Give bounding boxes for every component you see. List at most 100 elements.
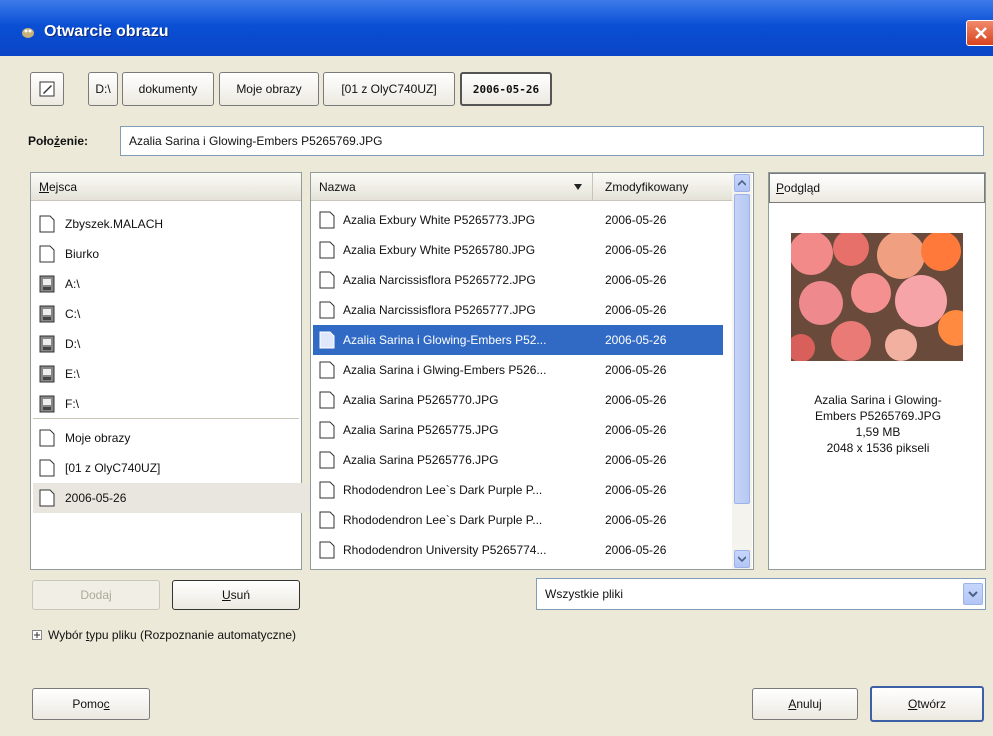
folder-icon: [39, 215, 55, 233]
preview-filename-2: Embers P5265769.JPG: [814, 409, 942, 423]
drive-icon: [39, 305, 55, 323]
file-date: 2006-05-26: [605, 543, 667, 557]
file-name: Rhododendron University P5265774...: [343, 543, 547, 557]
breadcrumb-drive[interactable]: D:\: [88, 72, 118, 106]
file-row[interactable]: Azalia Exbury White P5265773.JPG 2006-05-…: [313, 205, 723, 235]
files-scrollbar[interactable]: [732, 174, 752, 569]
preview-header[interactable]: Podgląd: [769, 173, 985, 203]
location-value: Azalia Sarina i Glowing-Embers P5265769.…: [129, 134, 383, 148]
sidebar-item[interactable]: Biurko: [33, 239, 329, 269]
chevron-down-icon: [738, 556, 746, 562]
file-row[interactable]: Azalia Narcissisflora P5265777.JPG 2006-0…: [313, 295, 723, 325]
file-row[interactable]: Azalia Sarina i Glowing-Embers P52... 200…: [313, 325, 723, 355]
name-column-header[interactable]: Nazwa: [311, 173, 593, 201]
open-label: Otwórz: [907, 697, 946, 711]
file-date: 2006-05-26: [605, 333, 667, 347]
sidebar-item-label: Biurko: [65, 247, 100, 261]
open-image-dialog: Otwarcie obrazu D:\ dokumenty Moje obraz…: [0, 0, 993, 736]
cancel-button[interactable]: Anuluj: [752, 688, 858, 720]
remove-bookmark-button[interactable]: Usuń: [172, 580, 300, 610]
file-date: 2006-05-26: [605, 483, 667, 497]
file-icon: [319, 541, 335, 559]
folder-icon: [39, 245, 55, 263]
remove-bookmark-label: Usuń: [221, 588, 251, 602]
add-bookmark-button[interactable]: Dodaj: [32, 580, 160, 610]
file-row[interactable]: Rhododendron Lee`s Dark Purple P... 2006-…: [313, 505, 723, 535]
file-date: 2006-05-26: [605, 393, 667, 407]
sidebar-item-label: D:\: [65, 337, 81, 351]
file-row[interactable]: Azalia Exbury White P5265780.JPG 2006-05-…: [313, 235, 723, 265]
file-date: 2006-05-26: [605, 363, 667, 377]
folder-icon: [39, 459, 55, 477]
breadcrumb-current[interactable]: 2006-05-26: [460, 72, 552, 106]
modified-column-header[interactable]: Zmodyfikowany: [593, 173, 733, 201]
breadcrumb-camera-folder[interactable]: [01 z OlyC740UZ]: [323, 72, 455, 106]
scroll-down-button[interactable]: [734, 550, 750, 568]
sidebar-item-label: 2006-05-26: [65, 491, 127, 505]
sidebar-item[interactable]: Moje obrazy: [33, 423, 329, 453]
scroll-up-button[interactable]: [734, 174, 750, 192]
title-bar[interactable]: Otwarcie obrazu: [0, 0, 993, 56]
sidebar-item[interactable]: C:\: [33, 299, 329, 329]
file-date: 2006-05-26: [605, 513, 667, 527]
help-button[interactable]: Pomoc: [32, 688, 150, 720]
file-filter-select[interactable]: Wszystkie pliki: [536, 578, 986, 610]
edit-location-button[interactable]: [30, 72, 64, 106]
expand-plus-icon: [32, 630, 42, 640]
file-date: 2006-05-26: [605, 213, 667, 227]
file-row[interactable]: Azalia Narcissisflora P5265772.JPG 2006-0…: [313, 265, 723, 295]
file-row[interactable]: Azalia Sarina P5265770.JPG 2006-05-26: [313, 385, 723, 415]
filetype-expander[interactable]: Wybór typu pliku (Rozpoznanie automatycz…: [32, 628, 296, 642]
file-row[interactable]: Azalia Sarina P5265775.JPG 2006-05-26: [313, 415, 723, 445]
sidebar-item-label: Zbyszek.MALACH: [65, 217, 164, 231]
window-title: Otwarcie obrazu: [44, 23, 169, 40]
sidebar-item[interactable]: F:\: [33, 389, 329, 419]
sidebar-item[interactable]: Zbyszek.MALACH: [33, 209, 329, 239]
location-input[interactable]: Azalia Sarina i Glowing-Embers P5265769.…: [120, 126, 984, 156]
file-row[interactable]: Rhododendron University P5265774... 2006-…: [313, 535, 723, 565]
file-icon: [319, 391, 335, 409]
sidebar-item-label: E:\: [65, 367, 80, 381]
sidebar-item[interactable]: A:\: [33, 269, 329, 299]
file-icon: [319, 211, 335, 229]
file-row[interactable]: Rhododendron Lee`s Dark Purple P... 2006-…: [313, 475, 723, 505]
sidebar-item[interactable]: D:\: [33, 329, 329, 359]
file-name: Azalia Sarina P5265770.JPG: [343, 393, 499, 407]
sidebar-item-label: C:\: [65, 307, 81, 321]
sidebar-item[interactable]: [01 z OlyC740UZ]: [33, 453, 329, 483]
file-icon: [319, 361, 335, 379]
gimp-icon: [22, 28, 34, 38]
help-label: Pomoc: [72, 697, 110, 711]
sidebar-item-label: F:\: [65, 397, 79, 411]
close-button[interactable]: [966, 20, 993, 46]
breadcrumb-dokumenty[interactable]: dokumenty: [122, 72, 214, 106]
sidebar-item[interactable]: E:\: [33, 359, 329, 389]
file-date: 2006-05-26: [605, 453, 667, 467]
close-icon: [975, 27, 987, 39]
files-panel: Nazwa Zmodyfikowany Azalia Exbury White …: [310, 172, 754, 570]
breadcrumb-moje-obrazy[interactable]: Moje obrazy: [219, 72, 319, 106]
file-date: 2006-05-26: [605, 303, 667, 317]
scrollbar-thumb[interactable]: [734, 194, 750, 504]
sidebar-item[interactable]: 2006-05-26: [33, 483, 329, 513]
file-name: Azalia Sarina P5265776.JPG: [343, 453, 499, 467]
folder-icon: [39, 429, 55, 447]
preview-filename-1: Azalia Sarina i Glowing-: [814, 393, 942, 407]
drive-icon: [39, 395, 55, 413]
file-filter-dropdown-button[interactable]: [963, 583, 983, 605]
file-row[interactable]: Azalia Sarina P5265776.JPG 2006-05-26: [313, 445, 723, 475]
preview-size: 1,59 MB: [855, 425, 901, 439]
chevron-down-icon: [968, 591, 978, 598]
open-button[interactable]: Otwórz: [870, 686, 984, 722]
file-date: 2006-05-26: [605, 243, 667, 257]
places-header[interactable]: Mejsca: [31, 173, 301, 201]
file-date: 2006-05-26: [605, 423, 667, 437]
preview-info: Azalia Sarina i Glowing- Embers P5265769…: [772, 392, 984, 456]
preview-thumbnail: [791, 233, 963, 361]
file-icon: [319, 241, 335, 259]
modified-column-label: Zmodyfikowany: [605, 179, 689, 194]
file-name: Azalia Sarina i Glwing-Embers P526...: [343, 363, 547, 377]
drive-icon: [39, 275, 55, 293]
pencil-icon: [39, 81, 55, 97]
file-row[interactable]: Azalia Sarina i Glwing-Embers P526... 200…: [313, 355, 723, 385]
